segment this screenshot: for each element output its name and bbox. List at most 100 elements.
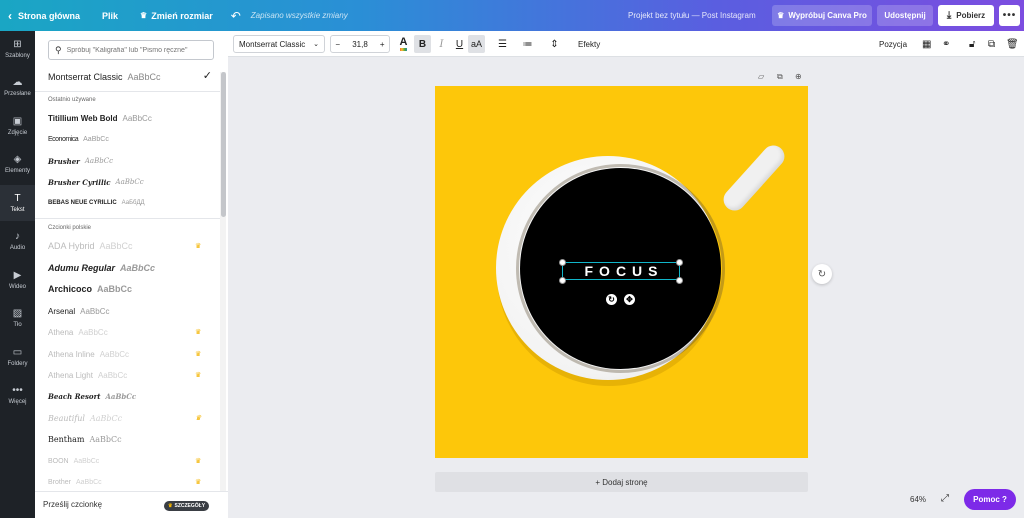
sidebar-item-label: Wideo: [8, 284, 26, 290]
sidebar-item-label: Tło: [13, 322, 22, 328]
font-name: Economica: [48, 135, 79, 143]
font-name: Athena: [48, 327, 74, 337]
font-item[interactable]: Brusher AaBbCc: [48, 154, 208, 168]
resize-handle[interactable]: [559, 259, 566, 266]
sidebar-item-background[interactable]: ▨ Tło: [0, 300, 35, 336]
sidebar-item-label: Więcej: [8, 399, 27, 405]
copy-page-icon[interactable]: ⧉: [777, 72, 783, 82]
share-button[interactable]: Udostępnij: [877, 5, 933, 26]
add-page-button[interactable]: + Dodaj stronę: [435, 472, 808, 492]
top-bar: ‹ Strona główna Plik ♛ Zmień rozmiar ↶ Z…: [0, 0, 1024, 31]
zoom-level[interactable]: 64%: [910, 495, 926, 504]
lock-icon[interactable]: 🔓︎: [969, 35, 975, 53]
link-icon[interactable]: ⚭: [942, 35, 950, 53]
selected-font-name: Montserrat Classic: [48, 72, 123, 82]
details-badge[interactable]: ♛ SZCZEGÓŁY: [164, 501, 210, 511]
font-item[interactable]: Bentham AaBbCc: [48, 432, 208, 446]
selected-font[interactable]: Montserrat Classic AaBbCc ✓: [48, 70, 212, 84]
effects-button[interactable]: Efekty: [578, 35, 600, 53]
bold-button[interactable]: B: [414, 35, 431, 53]
sidebar-item-label: Zdjęcie: [7, 130, 28, 136]
resize-button[interactable]: ♛ Zmień rozmiar: [140, 11, 213, 21]
font-item[interactable]: Brusher Cyrillic AaBbCc: [48, 175, 208, 189]
sidebar-item-audio[interactable]: ♪ Audio: [0, 223, 35, 259]
crown-icon: ♛: [140, 11, 148, 20]
list-icon[interactable]: ≔: [519, 35, 536, 53]
download-icon: ⤓: [946, 10, 952, 21]
note-icon[interactable]: ▱: [758, 72, 764, 81]
duplicate-icon[interactable]: ⧉: [988, 35, 995, 53]
try-pro-button[interactable]: ♛ Wypróbuj Canva Pro: [772, 5, 872, 26]
font-item[interactable]: BEBAS NEUE CYRILLIC АаБбДД: [48, 196, 208, 210]
font-item[interactable]: Titillium Web Bold AaBbCc: [48, 111, 208, 125]
resize-handle[interactable]: [676, 277, 683, 284]
font-search-input[interactable]: [66, 46, 207, 54]
trash-icon[interactable]: 🗑︎: [1006, 35, 1019, 53]
font-list-scrollbar[interactable]: [221, 72, 226, 217]
upload-font-link[interactable]: Prześlij czcionkę: [43, 500, 102, 509]
font-item[interactable]: Arsenal AaBbCc: [48, 304, 208, 318]
add-page-icon[interactable]: ⊕: [795, 72, 802, 81]
sidebar-item-folders[interactable]: ▭ Foldery: [0, 339, 35, 375]
rotate-icon[interactable]: ↻: [606, 294, 617, 305]
sidebar-item-video[interactable]: ▶ Wideo: [0, 262, 35, 298]
underline-button[interactable]: U: [451, 35, 468, 53]
font-item[interactable]: Athena AaBbCc ♛: [48, 325, 208, 339]
align-center-icon[interactable]: ☰: [494, 35, 511, 53]
font-item[interactable]: Athena Light AaBbCc ♛: [48, 368, 208, 382]
font-name: Adumu Regular: [48, 263, 116, 273]
download-button[interactable]: ⤓ Pobierz: [938, 5, 994, 26]
sidebar-item-text[interactable]: T Tekst: [0, 185, 35, 221]
transparency-icon[interactable]: ▦: [922, 35, 931, 53]
home-button[interactable]: ‹ Strona główna: [8, 9, 80, 23]
help-button[interactable]: Pomoc ?: [964, 489, 1016, 510]
resize-handle[interactable]: [559, 277, 566, 284]
font-search[interactable]: ⚲: [48, 40, 214, 60]
font-sample: AaBbCc: [99, 349, 130, 359]
font-item[interactable]: Beautiful AaBbCc ♛: [48, 411, 208, 425]
sidebar-item-templates[interactable]: ⊞ Szablony: [0, 31, 35, 67]
font-name: Beach Resort: [48, 391, 101, 401]
music-note-icon: ♪: [15, 231, 20, 242]
refresh-icon[interactable]: ↻: [812, 264, 832, 284]
italic-button[interactable]: I: [433, 35, 450, 53]
spacing-icon[interactable]: ⇕: [546, 35, 563, 53]
font-item[interactable]: Economica AaBbCc: [48, 132, 208, 146]
font-sample: AaBbCc: [83, 135, 109, 143]
sidebar-item-photos[interactable]: ▣ Zdjęcie: [0, 108, 35, 144]
resize-handle[interactable]: [676, 259, 683, 266]
font-item[interactable]: Athena Inline AaBbCc ♛: [48, 347, 208, 361]
font-sample: AaBbCc: [122, 113, 152, 123]
font-panel: ⚲ Montserrat Classic AaBbCc ✓ Ostatnio u…: [35, 31, 228, 518]
font-family-dropdown[interactable]: Montserrat Classic ⌄: [233, 35, 325, 53]
video-icon: ▶: [13, 270, 22, 281]
more-options-button[interactable]: •••: [999, 5, 1020, 26]
font-item[interactable]: Beach Resort AaBbCc: [48, 389, 208, 403]
selected-font-sample: AaBbCc: [127, 72, 161, 82]
design-page[interactable]: FOCUS ↻ ✥: [435, 86, 808, 458]
undo-icon[interactable]: ↶: [231, 9, 241, 23]
font-sample: AaBbCc: [97, 370, 128, 380]
file-menu-button[interactable]: Plik: [102, 11, 118, 21]
sidebar-item-uploads[interactable]: ☁ Przesłane: [0, 69, 35, 105]
project-title[interactable]: Projekt bez tytułu — Post Instagram: [628, 0, 756, 31]
font-item[interactable]: Adumu Regular AaBbCc: [48, 261, 208, 275]
font-name: Bentham: [48, 434, 85, 444]
font-sample: AaBbCc: [89, 434, 122, 444]
position-button[interactable]: Pozycja: [879, 35, 907, 53]
move-icon[interactable]: ✥: [624, 294, 635, 305]
font-size-input[interactable]: 31,8: [345, 40, 376, 49]
sidebar-item-label: Przesłane: [4, 91, 31, 97]
font-item[interactable]: Brother AaBbCc ♛: [48, 475, 208, 489]
font-item[interactable]: ADA Hybrid AaBbCc ♛: [48, 239, 208, 253]
decrease-size-button[interactable]: −: [331, 40, 345, 49]
fullscreen-icon[interactable]: ⤢: [941, 493, 949, 504]
increase-size-button[interactable]: +: [375, 40, 389, 49]
font-sample: AaBbCc: [97, 284, 133, 294]
text-color-button[interactable]: A: [395, 35, 412, 53]
letter-case-button[interactable]: aA: [468, 35, 485, 53]
sidebar-item-elements[interactable]: ◈ Elementy: [0, 146, 35, 182]
sidebar-item-more[interactable]: ••• Więcej: [0, 377, 35, 413]
font-item[interactable]: Archicoco AaBbCc: [48, 282, 208, 296]
font-item[interactable]: BOON AaBbCc ♛: [48, 454, 208, 468]
